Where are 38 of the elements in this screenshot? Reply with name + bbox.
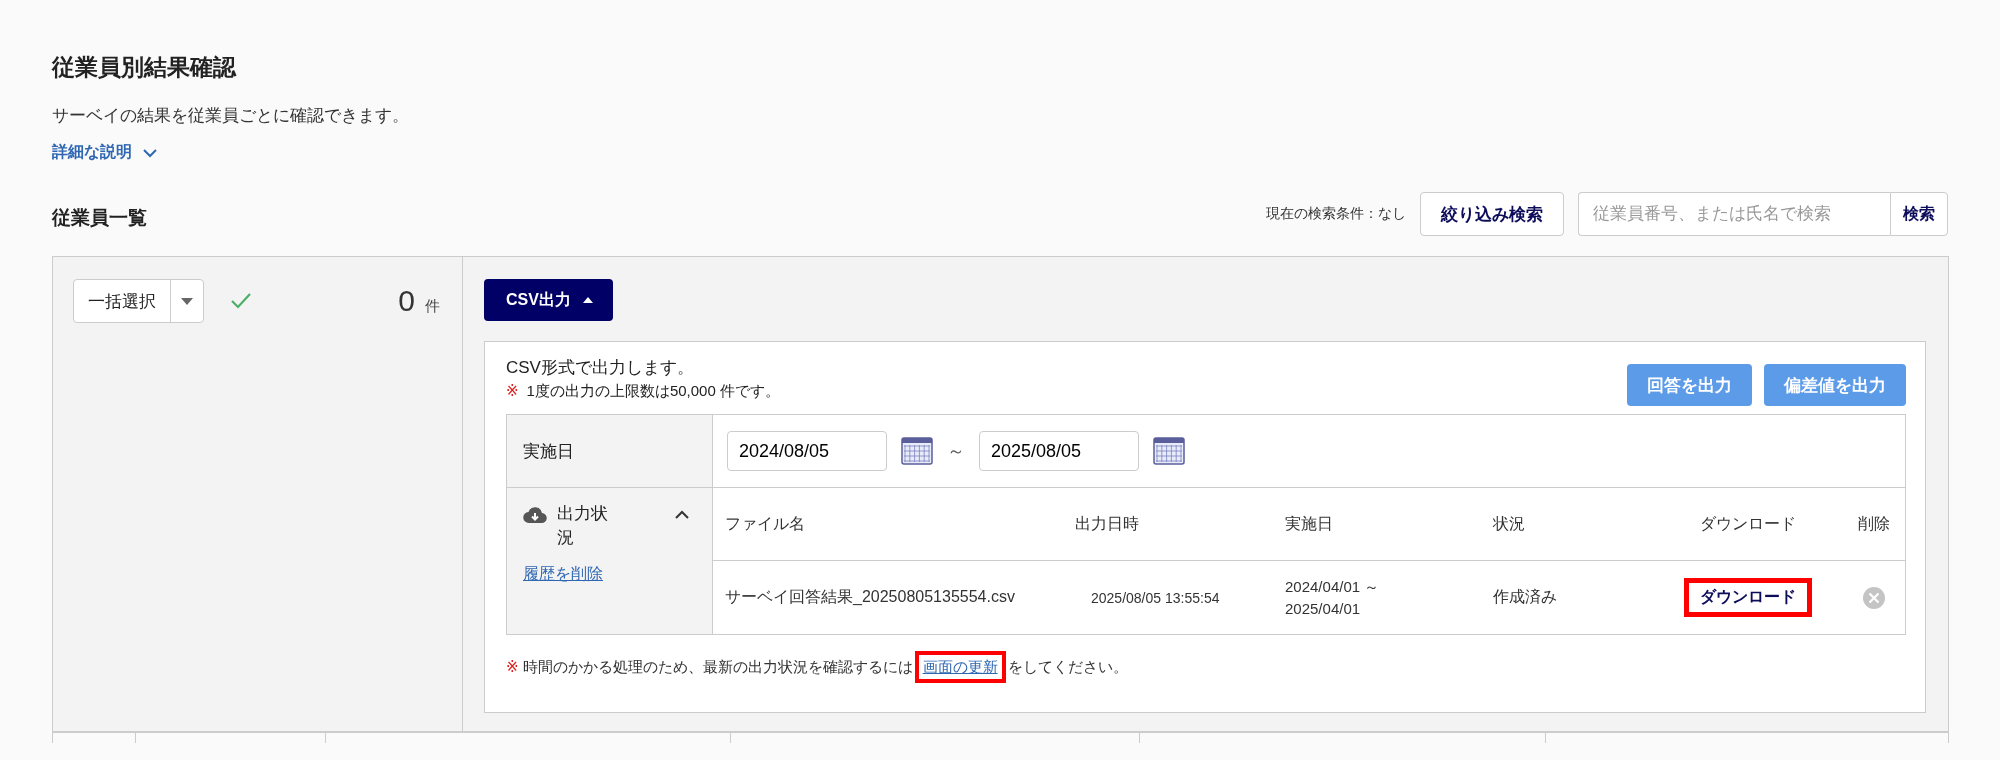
row-label: 実施日 <box>507 415 713 487</box>
file-name-cell-text: サーベイ回答結果_20250805135554.csv <box>725 587 1016 607</box>
column-header: 出力日時 <box>1075 513 1140 534</box>
count-unit: 件 <box>425 297 440 316</box>
search-condition: 現在の検索条件：なし <box>1266 205 1406 223</box>
date-field[interactable]: 2025/08/05 <box>979 431 1139 471</box>
delete-history-link[interactable]: 履歴を削除 <box>523 564 603 585</box>
column-header: 状況 <box>1493 513 1526 534</box>
page-title: 従業員別結果確認 <box>52 53 238 82</box>
refresh-note: ※ 時間のかかる処理のため、最新の出力状況を確認するには 画面の更新 をしてください。 <box>506 651 1906 683</box>
column-header: 実施日 <box>1285 513 1334 534</box>
section-label: 出力状況 <box>557 503 609 549</box>
period-cell-text: 2024/04/01 ～ 2025/04/01 <box>1285 576 1381 619</box>
calendar-icon[interactable] <box>901 437 933 465</box>
calendar-icon[interactable] <box>1153 437 1185 465</box>
status-cell-text: 作成済み <box>1493 587 1558 607</box>
filter-search-button[interactable]: 絞り込み検索 <box>1420 192 1564 236</box>
range-separator: ～ <box>947 440 965 463</box>
details-link[interactable]: 詳細な説明 <box>52 142 132 163</box>
datetime-cell-text: 2025/08/05 13:55:54 <box>1090 589 1221 606</box>
date-field[interactable]: 2024/08/05 <box>727 431 887 471</box>
bulk-select-dropdown[interactable]: 一括選択 <box>73 279 204 323</box>
cloud-download-icon <box>523 506 547 524</box>
checkmark-icon <box>230 292 252 310</box>
page-description: サーベイの結果を従業員ごとに確認できます。 <box>52 105 410 127</box>
column-header: ファイル名 <box>725 513 806 534</box>
column-header: ダウンロード <box>1699 513 1797 534</box>
export-description: CSV形式で出力します。 <box>506 357 695 379</box>
section-title: 従業員一覧 <box>52 206 147 230</box>
download-button[interactable]: ダウンロード <box>1684 578 1812 617</box>
refresh-link[interactable]: 画面の更新 <box>914 651 1006 683</box>
caret-down-icon <box>181 297 193 305</box>
selected-count: 0 <box>398 284 415 318</box>
column-header: 削除 <box>1857 513 1891 534</box>
limit-note: ※ 1度の出力の上限数は50,000 件です。 <box>506 381 780 401</box>
csv-export-button[interactable]: CSV出力 <box>484 279 613 321</box>
search-field[interactable]: 従業員番号、または氏名で検索 <box>1578 192 1890 236</box>
search-button[interactable]: 検索 <box>1890 192 1948 236</box>
